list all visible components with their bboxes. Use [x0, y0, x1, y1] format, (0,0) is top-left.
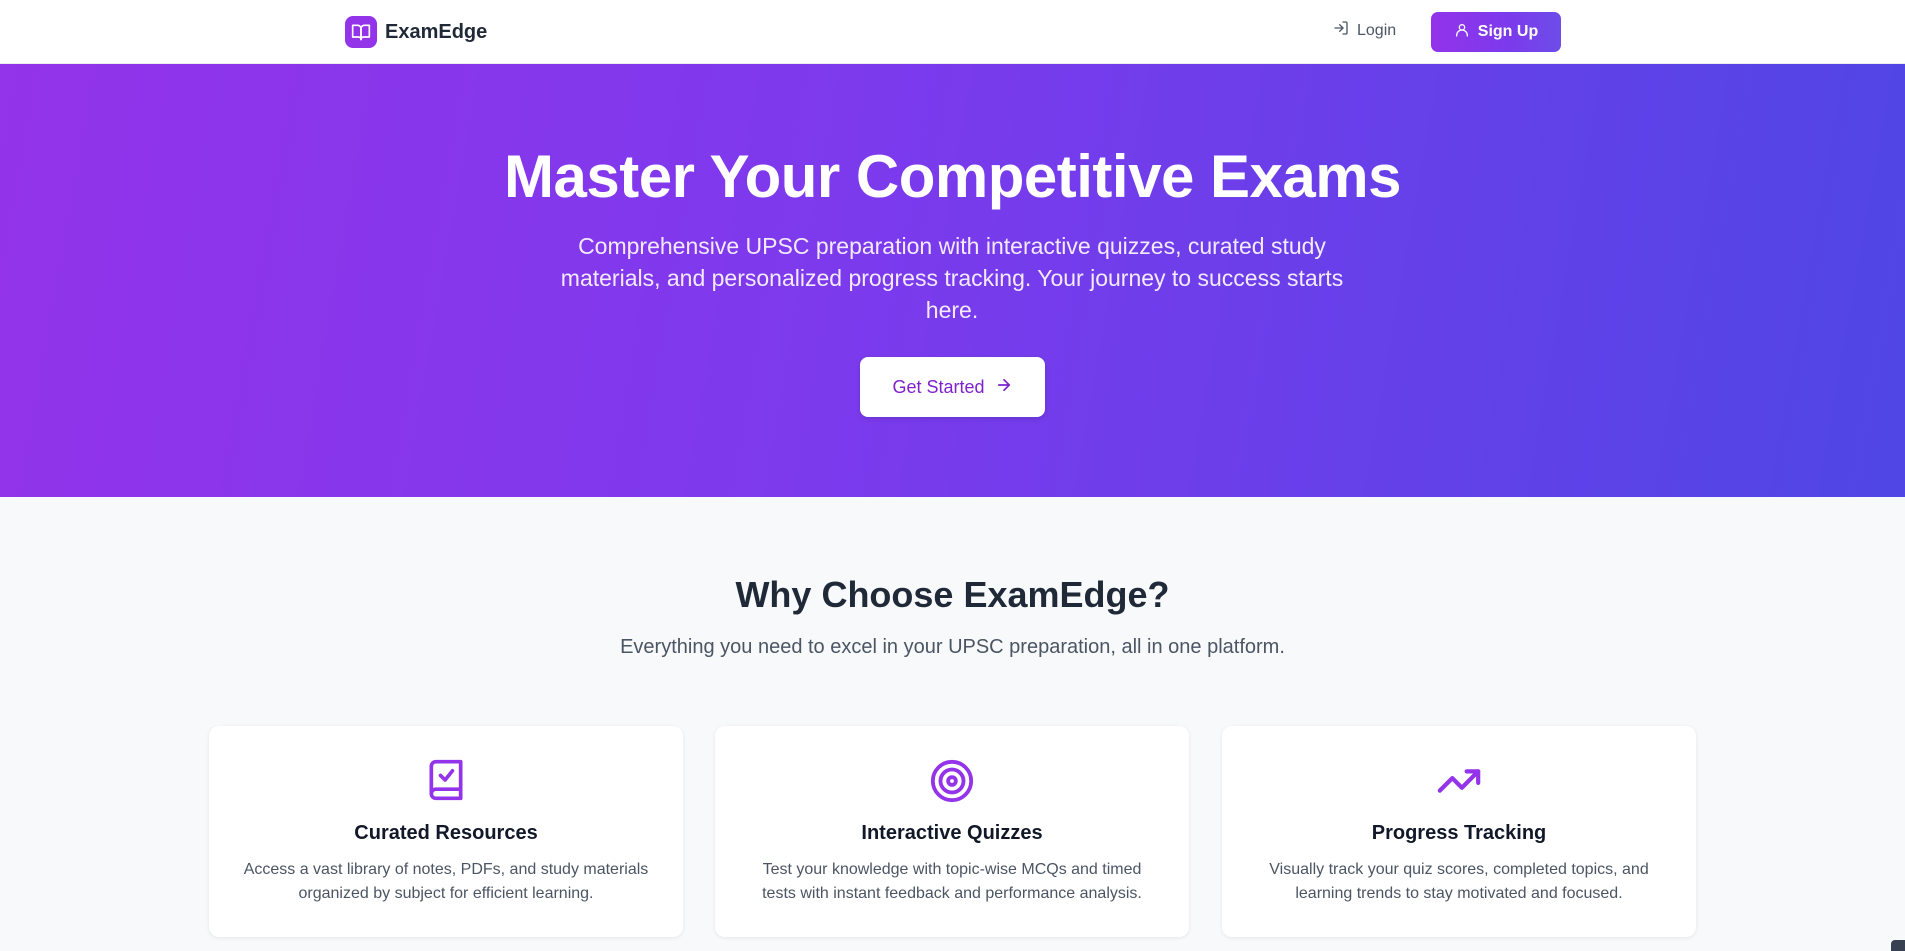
card-title: Interactive Quizzes	[861, 822, 1043, 844]
top-nav: ExamEdge Login Sign Up	[0, 0, 1905, 64]
get-started-label: Get Started	[892, 376, 985, 397]
card-description: Test your knowledge with topic-wise MCQs…	[762, 861, 1142, 902]
trending-up-icon	[1222, 758, 1696, 804]
brand-logo[interactable]: ExamEdge	[345, 16, 487, 48]
hero-subtitle: Comprehensive UPSC preparation with inte…	[560, 233, 1344, 323]
book-check-icon	[209, 758, 683, 802]
login-button[interactable]: Login	[1333, 20, 1396, 41]
user-icon	[1454, 22, 1478, 43]
get-started-button[interactable]: Get Started	[860, 357, 1045, 417]
features-title: Why Choose ExamEdge?	[735, 574, 1170, 615]
corner-widget[interactable]	[1891, 940, 1905, 951]
log-in-icon	[1333, 20, 1357, 41]
card-description: Visually track your quiz scores, complet…	[1269, 861, 1649, 902]
card-title: Curated Resources	[354, 822, 538, 844]
login-label: Login	[1357, 21, 1397, 39]
book-open-icon	[345, 16, 377, 48]
brand-name: ExamEdge	[385, 20, 488, 43]
feature-card-quizzes: Interactive Quizzes Test your knowledge …	[715, 726, 1189, 937]
signup-label: Sign Up	[1477, 23, 1539, 40]
arrow-right-icon	[985, 376, 1013, 399]
hero-section: Master Your Competitive Exams Comprehens…	[0, 64, 1905, 497]
features-subtitle: Everything you need to excel in your UPS…	[620, 636, 1285, 658]
hero-title: Master Your Competitive Exams	[504, 143, 1401, 210]
target-icon	[715, 758, 1189, 804]
feature-card-resources: Curated Resources Access a vast library …	[209, 726, 683, 937]
card-title: Progress Tracking	[1371, 822, 1547, 844]
feature-card-progress: Progress Tracking Visually track your qu…	[1222, 726, 1696, 937]
signup-button[interactable]: Sign Up	[1431, 12, 1561, 52]
card-description: Access a vast library of notes, PDFs, an…	[243, 861, 649, 902]
